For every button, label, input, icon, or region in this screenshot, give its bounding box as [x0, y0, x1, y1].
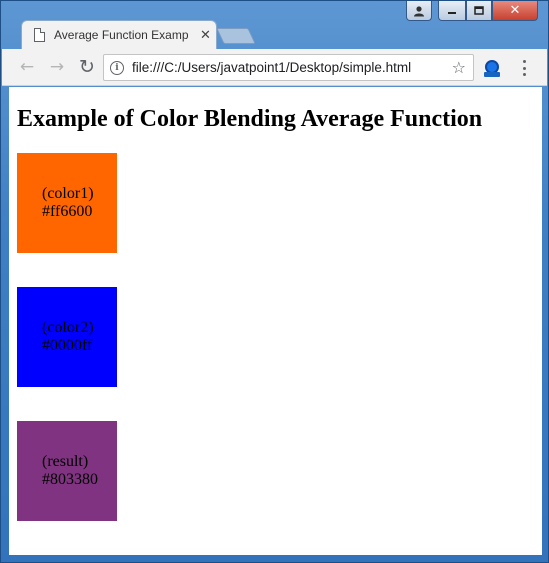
extension-icon[interactable] — [483, 57, 501, 77]
swatch-label: (result) — [42, 453, 89, 470]
tab-title: Average Function Examp — [54, 28, 189, 42]
address-bar[interactable]: i file:///C:/Users/javatpoint1/Desktop/s… — [103, 54, 474, 81]
close-window-button[interactable]: ✕ — [492, 1, 538, 21]
reload-button[interactable]: ↻ — [75, 55, 99, 79]
site-info-icon[interactable]: i — [110, 60, 124, 75]
swatch-value: #803380 — [42, 471, 98, 488]
browser-toolbar: ← → ↻ i file:///C:/Users/javatpoint1/Des… — [2, 49, 547, 86]
tab-strip: Average Function Examp ✕ ✕ — [1, 1, 548, 49]
maximize-button[interactable] — [466, 1, 492, 21]
color1-swatch: (color1) #ff6600 — [17, 153, 117, 253]
document-icon — [34, 28, 45, 42]
page-title: Example of Color Blending Average Functi… — [17, 106, 483, 132]
swatch-label: (color2) — [42, 319, 94, 336]
forward-button[interactable]: → — [45, 55, 69, 79]
swatch-label: (color1) — [42, 185, 94, 202]
minimize-icon — [448, 11, 456, 14]
maximize-icon — [474, 5, 484, 15]
url-text[interactable]: file:///C:/Users/javatpoint1/Desktop/sim… — [132, 60, 452, 75]
more-menu-icon[interactable] — [517, 58, 531, 78]
back-button[interactable]: ← — [15, 55, 39, 79]
page-content: Example of Color Blending Average Functi… — [9, 87, 542, 555]
swatch-value: #0000ff — [42, 337, 93, 354]
close-tab-icon[interactable]: ✕ — [200, 29, 211, 42]
bookmark-star-icon[interactable]: ☆ — [452, 58, 466, 77]
color2-swatch: (color2) #0000ff — [17, 287, 117, 387]
tab-average-function[interactable]: Average Function Examp ✕ — [21, 20, 217, 49]
close-icon: ✕ — [509, 3, 521, 18]
swatch-value: #ff6600 — [42, 203, 93, 220]
minimize-button[interactable] — [438, 1, 466, 21]
user-icon — [414, 5, 424, 16]
browser-window: Average Function Examp ✕ ✕ ← → ↻ i file:… — [0, 0, 549, 563]
window-controls: ✕ — [406, 1, 538, 21]
new-tab-button[interactable] — [216, 28, 256, 44]
user-profile-button[interactable] — [406, 1, 432, 21]
result-swatch: (result) #803380 — [17, 421, 117, 521]
